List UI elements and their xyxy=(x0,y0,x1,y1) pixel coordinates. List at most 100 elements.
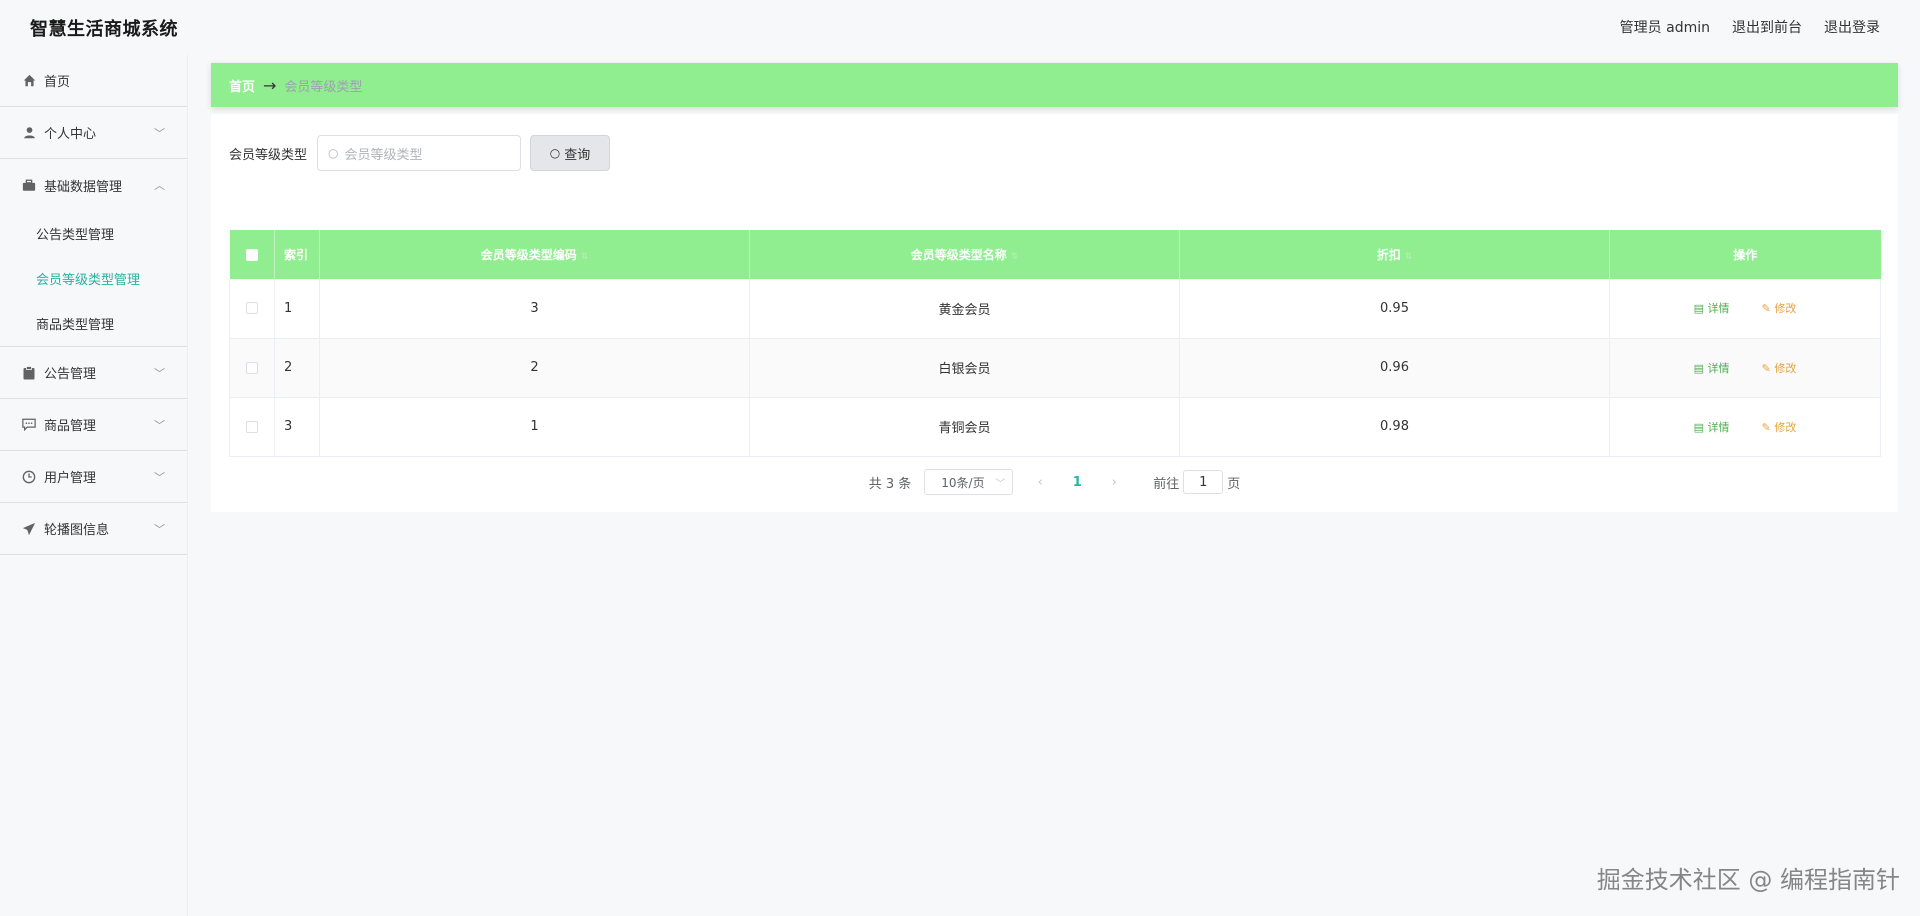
send-icon xyxy=(22,522,36,536)
sidebar-item-notice-type[interactable]: 公告类型管理 xyxy=(0,211,187,256)
breadcrumb-separator: → xyxy=(263,75,277,95)
chevron-down-icon: ﹀ xyxy=(154,366,165,380)
top-header: 智慧生活商城系统 管理员 admin 退出到前台 退出登录 xyxy=(0,0,1920,55)
sidebar-item-goods-type[interactable]: 商品类型管理 xyxy=(0,301,187,346)
chat-icon xyxy=(22,418,36,432)
cell-name: 青铜会员 xyxy=(749,397,1180,457)
home-icon xyxy=(22,74,36,88)
row-checkbox[interactable] xyxy=(246,302,258,315)
logout-link[interactable]: 退出登录 xyxy=(1824,17,1880,37)
cell-name: 白银会员 xyxy=(749,338,1180,398)
exit-to-front-link[interactable]: 退出到前台 xyxy=(1732,17,1802,37)
chevron-down-icon: ﹀ xyxy=(995,478,1006,490)
column-header-name[interactable]: 会员等级类型名称 ⇅ xyxy=(749,230,1180,279)
base-data-submenu: 公告类型管理 会员等级类型管理 商品类型管理 xyxy=(0,211,187,347)
goto-page-input[interactable] xyxy=(1183,470,1224,494)
detail-button[interactable]: ▤ 详情 xyxy=(1694,421,1730,434)
edit-button[interactable]: ✎ 修改 xyxy=(1762,362,1797,375)
table-header-row: 索引 会员等级类型编码 ⇅ 会员等级类型名称 ⇅ 折扣 ⇅ 操作 xyxy=(229,230,1881,279)
search-placeholder: 会员等级类型 xyxy=(344,147,423,163)
sidebar-item-label: 个人中心 xyxy=(44,127,97,142)
sort-icon[interactable]: ⇅ xyxy=(581,252,589,262)
edit-button[interactable]: ✎ 修改 xyxy=(1762,421,1797,434)
table-row: 1 3 黄金会员 0.95 ▤ 详情 ✎ 修改 xyxy=(229,279,1881,339)
column-header-index: 索引 xyxy=(274,230,320,279)
admin-label: 管理员 admin xyxy=(1619,20,1710,36)
prev-page-button[interactable]: ‹ xyxy=(1029,475,1051,490)
goto-unit: 页 xyxy=(1227,476,1241,492)
search-label: 会员等级类型 xyxy=(229,147,308,163)
row-checkbox[interactable] xyxy=(246,420,258,433)
column-header-code[interactable]: 会员等级类型编码 ⇅ xyxy=(319,230,750,279)
sidebar-item-label: 轮播图信息 xyxy=(44,523,110,538)
cell-discount: 0.98 xyxy=(1179,397,1610,457)
chevron-down-icon: ﹀ xyxy=(154,418,165,432)
search-icon: ○ xyxy=(328,146,339,160)
goto-label: 前往 xyxy=(1153,476,1180,492)
sidebar: 首页 个人中心 ﹀ 基础数据管理 ︿ 公告类型管理 会员等级类型管理 商品类型管… xyxy=(0,55,188,916)
member-level-table: 索引 会员等级类型编码 ⇅ 会员等级类型名称 ⇅ 折扣 ⇅ 操作 1 3 黄金会员 0… xyxy=(229,230,1881,457)
pagination: 共 3 条 10条/页 ﹀ ‹ 1 › 前往 页 xyxy=(211,469,1898,495)
cell-discount: 0.95 xyxy=(1179,279,1610,339)
user-icon xyxy=(22,126,36,140)
cell-name: 黄金会员 xyxy=(749,279,1180,339)
column-header-actions: 操作 xyxy=(1609,230,1881,279)
select-all-cell xyxy=(229,230,275,279)
table-row: 2 2 白银会员 0.96 ▤ 详情 ✎ 修改 xyxy=(229,338,1881,398)
sidebar-item-profile[interactable]: 个人中心 ﹀ xyxy=(0,107,187,159)
breadcrumb-home[interactable]: 首页 xyxy=(229,76,255,95)
edit-button[interactable]: ✎ 修改 xyxy=(1762,302,1797,315)
breadcrumb-current: 会员等级类型 xyxy=(284,79,363,95)
cell-actions: ▤ 详情 ✎ 修改 xyxy=(1609,397,1881,457)
sidebar-item-label: 用户管理 xyxy=(44,471,97,486)
cell-index: 2 xyxy=(274,338,320,398)
sidebar-item-label: 商品管理 xyxy=(44,419,97,434)
page-number-current[interactable]: 1 xyxy=(1061,475,1093,490)
pagination-total: 共 3 条 xyxy=(868,476,912,492)
sidebar-item-label: 首页 xyxy=(44,75,71,90)
cell-code: 1 xyxy=(319,397,750,457)
sidebar-item-carousel[interactable]: 轮播图信息 ﹀ xyxy=(0,503,187,555)
cell-discount: 0.96 xyxy=(1179,338,1610,398)
search-input[interactable]: ○ 会员等级类型 xyxy=(317,135,522,171)
cell-code: 3 xyxy=(319,279,750,339)
sidebar-item-home[interactable]: 首页 xyxy=(0,55,187,107)
chevron-up-icon: ︿ xyxy=(154,179,165,192)
page-size-select[interactable]: 10条/页 ﹀ xyxy=(924,469,1014,495)
sidebar-item-label: 公告管理 xyxy=(44,367,97,382)
page-size-value: 10条/页 xyxy=(941,475,985,490)
search-icon: ○ xyxy=(549,146,561,160)
breadcrumb: 首页 → 会员等级类型 xyxy=(211,63,1898,107)
chevron-down-icon: ﹀ xyxy=(154,126,165,140)
search-button[interactable]: ○ 查询 xyxy=(530,135,611,171)
cell-code: 2 xyxy=(319,338,750,398)
watermark: 掘金技术社区 @ 编程指南针 xyxy=(1596,866,1900,894)
main-panel: 会员等级类型 ○ 会员等级类型 ○ 查询 索引 会员等级类型编码 ⇅ 会员等级类型… xyxy=(211,114,1898,512)
sidebar-item-notice[interactable]: 公告管理 ﹀ xyxy=(0,347,187,399)
next-page-button[interactable]: › xyxy=(1103,475,1125,490)
briefcase-icon xyxy=(22,178,36,192)
select-all-checkbox[interactable] xyxy=(245,249,258,261)
detail-button[interactable]: ▤ 详情 xyxy=(1694,362,1730,375)
cell-index: 3 xyxy=(274,397,320,457)
detail-button[interactable]: ▤ 详情 xyxy=(1694,302,1730,315)
sidebar-item-label: 基础数据管理 xyxy=(44,179,123,195)
search-form: 会员等级类型 ○ 会员等级类型 ○ 查询 xyxy=(229,135,611,171)
sort-icon[interactable]: ⇅ xyxy=(1011,252,1019,262)
cell-index: 1 xyxy=(274,279,320,339)
cell-actions: ▤ 详情 ✎ 修改 xyxy=(1609,279,1881,339)
search-button-label: 查询 xyxy=(564,147,591,163)
sidebar-item-member-level-type[interactable]: 会员等级类型管理 xyxy=(0,256,187,301)
sidebar-item-users[interactable]: 用户管理 ﹀ xyxy=(0,451,187,503)
sidebar-item-goods[interactable]: 商品管理 ﹀ xyxy=(0,399,187,451)
sidebar-item-base-data[interactable]: 基础数据管理 ︿ xyxy=(0,159,187,211)
column-header-discount[interactable]: 折扣 ⇅ xyxy=(1179,230,1610,279)
clock-icon xyxy=(22,470,36,484)
cell-actions: ▤ 详情 ✎ 修改 xyxy=(1609,338,1881,398)
header-actions: 管理员 admin 退出到前台 退出登录 xyxy=(1620,17,1880,37)
row-checkbox[interactable] xyxy=(246,361,258,374)
clipboard-icon xyxy=(22,365,36,380)
chevron-down-icon: ﹀ xyxy=(154,470,165,484)
sort-icon[interactable]: ⇅ xyxy=(1405,252,1413,262)
chevron-down-icon: ﹀ xyxy=(154,522,165,536)
